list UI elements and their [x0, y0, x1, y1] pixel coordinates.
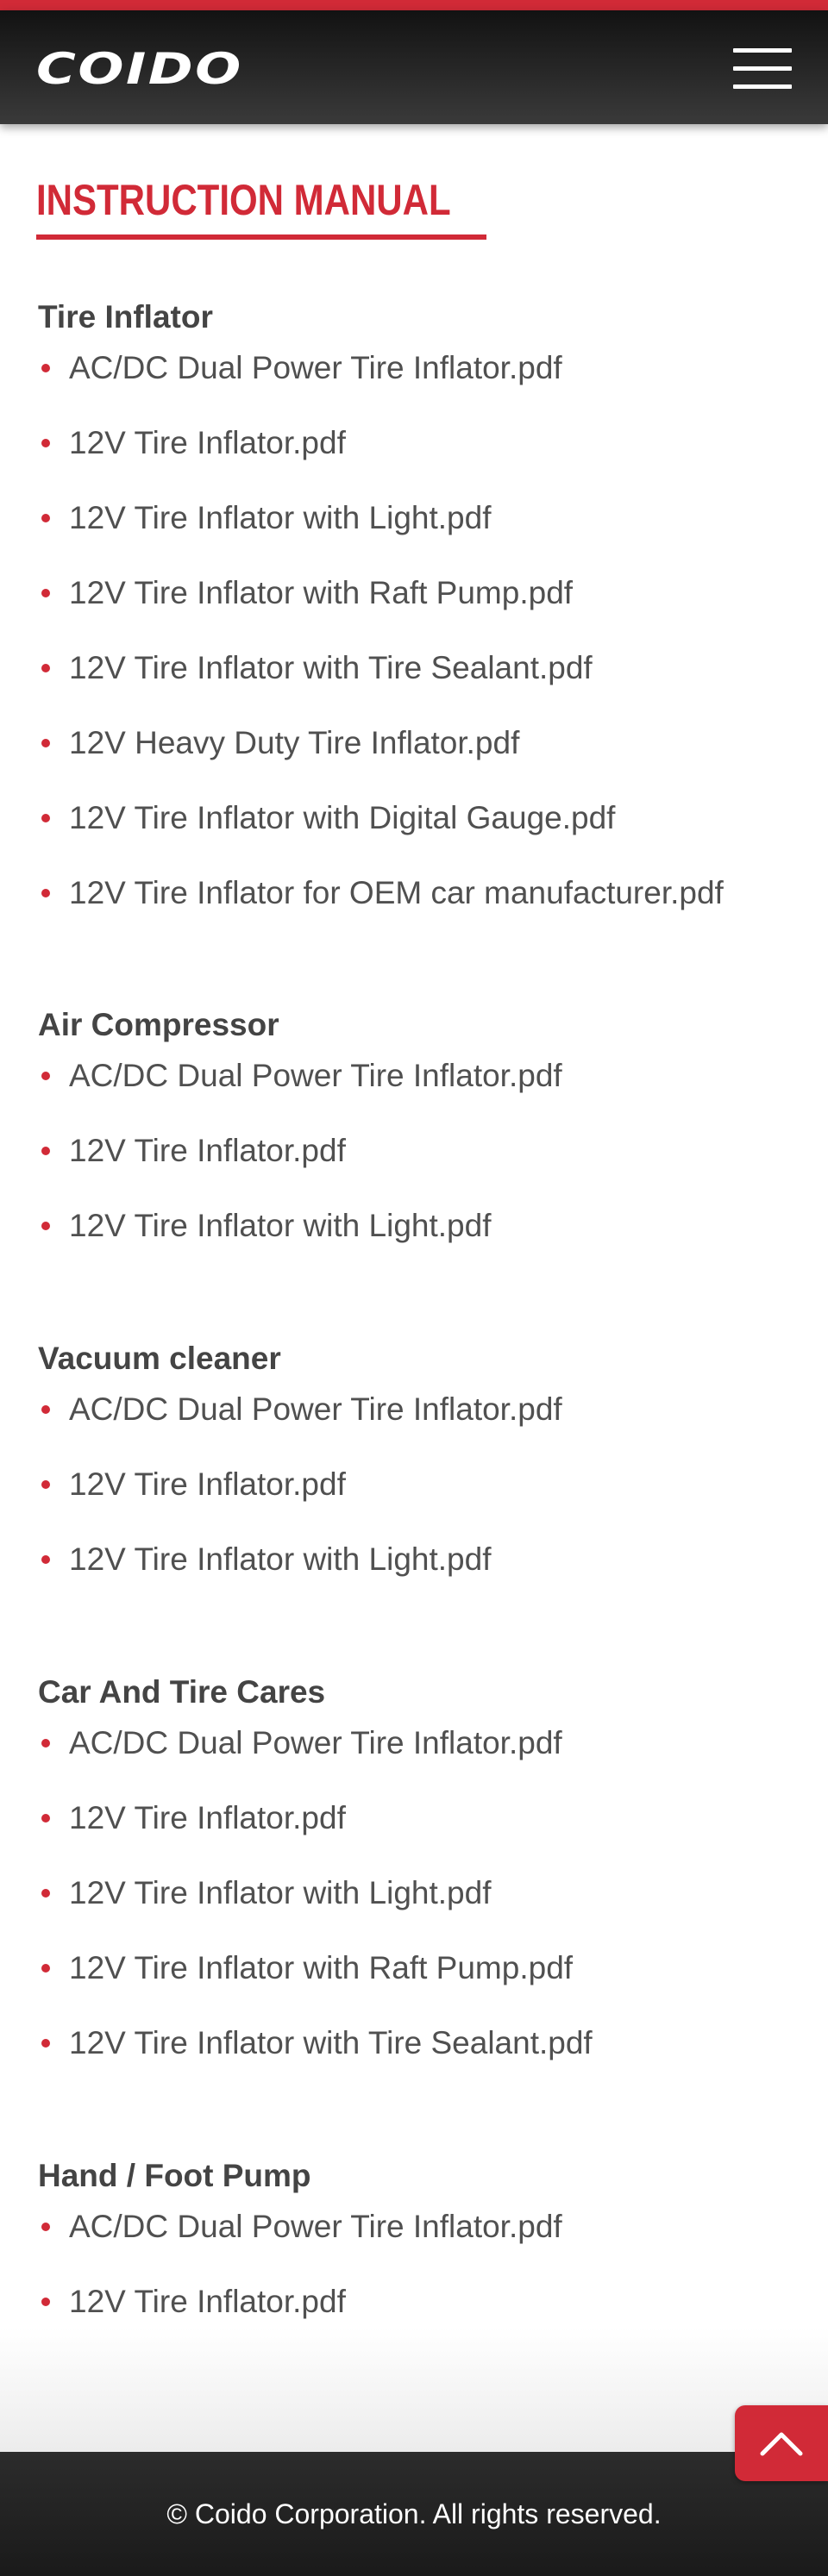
list-item[interactable]: 12V Tire Inflator for OEM car manufactur…: [0, 863, 828, 923]
list-item[interactable]: 12V Tire Inflator.pdf: [0, 1121, 828, 1181]
category-title: Vacuum cleaner: [38, 1341, 281, 1376]
bullet-icon: [41, 814, 50, 822]
bullet-icon: [41, 1072, 50, 1080]
list-item[interactable]: 12V Tire Inflator with Light.pdf: [0, 1863, 828, 1923]
pdf-link[interactable]: 12V Tire Inflator with Light.pdf: [69, 1863, 492, 1923]
page-title: INSTRUCTION MANUAL: [36, 176, 451, 224]
bullet-icon: [41, 1480, 50, 1489]
pdf-link[interactable]: 12V Tire Inflator.pdf: [69, 1454, 346, 1515]
copyright-text: © Coido Corporation. All rights reserved…: [166, 2498, 662, 2529]
list-item[interactable]: 12V Heavy Duty Tire Inflator.pdf: [0, 713, 828, 773]
list-item[interactable]: 12V Tire Inflator with Digital Gauge.pdf: [0, 788, 828, 848]
list-item[interactable]: 12V Tire Inflator with Light.pdf: [0, 488, 828, 548]
list-item[interactable]: AC/DC Dual Power Tire Inflator.pdf: [0, 1379, 828, 1440]
list-item[interactable]: 12V Tire Inflator.pdf: [0, 1454, 828, 1515]
pdf-link[interactable]: 12V Tire Inflator.pdf: [69, 2272, 346, 2332]
list-item[interactable]: 12V Tire Inflator.pdf: [0, 1788, 828, 1848]
bullet-icon: [41, 589, 50, 597]
category-title: Tire Inflator: [38, 299, 213, 335]
site-header: COIDO: [0, 10, 828, 124]
site-footer: © Coido Corporation. All rights reserved…: [0, 2452, 828, 2576]
pdf-link[interactable]: AC/DC Dual Power Tire Inflator.pdf: [69, 1379, 562, 1440]
category-title: Hand / Foot Pump: [38, 2158, 311, 2193]
list-item[interactable]: 12V Tire Inflator with Light.pdf: [0, 1196, 828, 1256]
pdf-link[interactable]: 12V Tire Inflator with Raft Pump.pdf: [69, 1938, 573, 1998]
bullet-icon: [41, 1147, 50, 1155]
bullet-icon: [41, 1889, 50, 1898]
bullet-icon: [41, 889, 50, 897]
pdf-link[interactable]: 12V Tire Inflator for OEM car manufactur…: [69, 863, 724, 923]
list-item[interactable]: AC/DC Dual Power Tire Inflator.pdf: [0, 1046, 828, 1106]
coido-logo[interactable]: COIDO: [36, 45, 243, 93]
bullet-icon: [41, 514, 50, 522]
pdf-link[interactable]: 12V Heavy Duty Tire Inflator.pdf: [69, 713, 519, 773]
bullet-icon: [41, 2298, 50, 2306]
pdf-link[interactable]: 12V Tire Inflator.pdf: [69, 1121, 346, 1181]
list-item[interactable]: AC/DC Dual Power Tire Inflator.pdf: [0, 1713, 828, 1773]
back-to-top-button[interactable]: [735, 2405, 828, 2481]
pdf-link[interactable]: 12V Tire Inflator with Light.pdf: [69, 1196, 492, 1256]
bullet-icon: [41, 2039, 50, 2048]
bullet-icon: [41, 664, 50, 672]
list-item[interactable]: AC/DC Dual Power Tire Inflator.pdf: [0, 338, 828, 398]
list-item[interactable]: 12V Tire Inflator with Tire Sealant.pdf: [0, 2013, 828, 2073]
list-item[interactable]: 12V Tire Inflator with Raft Pump.pdf: [0, 563, 828, 623]
main-content: INSTRUCTION MANUAL Tire Inflator AC/DC D…: [0, 124, 828, 2452]
list-item[interactable]: 12V Tire Inflator with Light.pdf: [0, 1529, 828, 1590]
list-item[interactable]: 12V Tire Inflator with Tire Sealant.pdf: [0, 638, 828, 698]
pdf-link[interactable]: 12V Tire Inflator.pdf: [69, 1788, 346, 1848]
bullet-icon: [41, 1814, 50, 1823]
pdf-link[interactable]: AC/DC Dual Power Tire Inflator.pdf: [69, 338, 562, 398]
pdf-link[interactable]: 12V Tire Inflator with Raft Pump.pdf: [69, 563, 573, 623]
bullet-icon: [41, 1555, 50, 1564]
bullet-icon: [41, 364, 50, 372]
hamburger-menu-icon[interactable]: [730, 43, 795, 95]
pdf-link[interactable]: AC/DC Dual Power Tire Inflator.pdf: [69, 2197, 562, 2257]
bullet-icon: [41, 439, 50, 447]
pdf-link[interactable]: 12V Tire Inflator with Tire Sealant.pdf: [69, 2013, 593, 2073]
bullet-icon: [41, 739, 50, 747]
pdf-link[interactable]: 12V Tire Inflator.pdf: [69, 413, 346, 473]
bullet-icon: [41, 1222, 50, 1230]
list-item[interactable]: 12V Tire Inflator with Raft Pump.pdf: [0, 1938, 828, 1998]
pdf-link[interactable]: AC/DC Dual Power Tire Inflator.pdf: [69, 1046, 562, 1106]
bullet-icon: [41, 1964, 50, 1973]
list-item[interactable]: 12V Tire Inflator.pdf: [0, 413, 828, 473]
pdf-link[interactable]: AC/DC Dual Power Tire Inflator.pdf: [69, 1713, 562, 1773]
bullet-icon: [41, 1739, 50, 1748]
bullet-icon: [41, 2223, 50, 2231]
list-item[interactable]: 12V Tire Inflator.pdf: [0, 2272, 828, 2332]
category-title: Air Compressor: [38, 1007, 279, 1042]
top-accent-stripe: [0, 0, 828, 10]
list-item[interactable]: AC/DC Dual Power Tire Inflator.pdf: [0, 2197, 828, 2257]
pdf-link[interactable]: 12V Tire Inflator with Digital Gauge.pdf: [69, 788, 615, 848]
pdf-link[interactable]: 12V Tire Inflator with Light.pdf: [69, 488, 492, 548]
category-title: Car And Tire Cares: [38, 1674, 326, 1710]
chevron-up-icon: [760, 2432, 803, 2456]
bottom-fade: [0, 2328, 828, 2452]
pdf-link[interactable]: 12V Tire Inflator with Tire Sealant.pdf: [69, 638, 593, 698]
title-underline: [36, 234, 486, 240]
bullet-icon: [41, 1405, 50, 1414]
pdf-link[interactable]: 12V Tire Inflator with Light.pdf: [69, 1529, 492, 1590]
